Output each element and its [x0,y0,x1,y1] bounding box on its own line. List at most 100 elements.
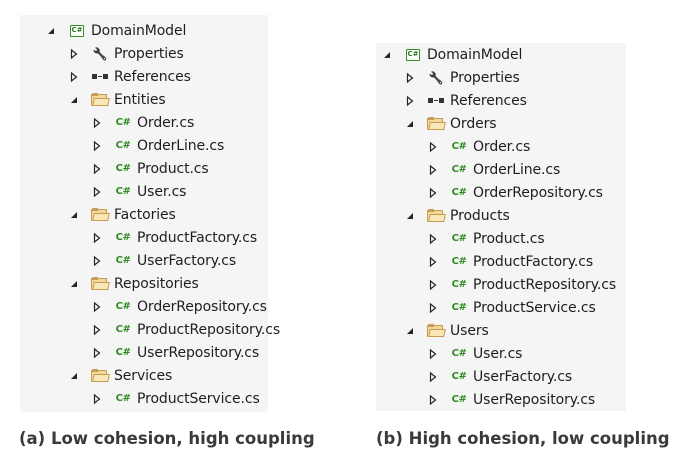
expand-arrow-icon[interactable] [69,272,79,295]
collapse-arrow-icon[interactable] [428,227,438,250]
tree-item-productrepository[interactable]: C# ProductRepository.cs [20,318,280,341]
collapse-arrow-icon[interactable] [428,135,438,158]
expand-arrow-icon[interactable] [405,319,415,342]
tree-item-users[interactable]: Users [376,319,626,342]
collapse-arrow-icon[interactable] [92,318,102,341]
collapse-arrow-icon[interactable] [92,226,102,249]
expand-arrow-icon[interactable] [69,88,79,111]
collapse-arrow-icon[interactable] [428,342,438,365]
tree-item-productservice[interactable]: C# ProductService.cs [20,387,268,410]
collapse-arrow-icon[interactable] [405,89,415,112]
tree-item-domainmodel[interactable]: C# DomainModel [376,43,626,66]
tree-item-orderline[interactable]: C# OrderLine.cs [376,158,626,181]
csharp-file-icon: C# [451,233,467,244]
collapse-arrow-icon[interactable] [92,180,102,203]
tree-item-services[interactable]: Services [20,364,268,387]
tree-item-user[interactable]: C# User.cs [20,180,268,203]
csharp-file-icon: C# [451,302,467,313]
csharp-file-icon: C# [451,279,467,290]
collapse-arrow-icon[interactable] [428,158,438,181]
collapse-arrow-icon[interactable] [405,66,415,89]
tree-item-label: Properties [450,69,520,86]
collapse-arrow-icon[interactable] [92,111,102,134]
csharp-file-icon: C# [115,163,131,174]
collapse-arrow-icon[interactable] [428,365,438,388]
tree-item-label: Product.cs [137,160,209,177]
tree-item-label: ProductService.cs [473,299,596,316]
folder-icon [91,272,110,295]
csharp-file-icon: C# [451,187,467,198]
tree-item-userfactory[interactable]: C# UserFactory.cs [20,249,268,272]
tree-item-user[interactable]: C# User.cs [376,342,626,365]
tree-item-references[interactable]: References [20,65,268,88]
folder-icon [427,319,446,342]
tree-item-label: Product.cs [473,230,545,247]
expand-arrow-icon[interactable] [69,203,79,226]
csharp-file-icon: C# [115,347,131,358]
collapse-arrow-icon[interactable] [92,341,102,364]
tree-item-factories[interactable]: Factories [20,203,268,226]
tree-item-label: OrderRepository.cs [137,298,267,315]
expand-arrow-icon[interactable] [46,19,56,42]
tree-item-label: ProductRepository.cs [137,321,281,338]
collapse-arrow-icon[interactable] [92,295,102,318]
tree-item-label: DomainModel [91,22,187,39]
tree-item-entities[interactable]: Entities [20,88,268,111]
tree-item-orderrepository[interactable]: C# OrderRepository.cs [376,181,626,204]
tree-item-productrepository[interactable]: C# ProductRepository.cs [376,273,626,296]
tree-item-references[interactable]: References [376,89,626,112]
tree-item-productfactory[interactable]: C# ProductFactory.cs [20,226,268,249]
tree-item-domainmodel[interactable]: C# DomainModel [20,19,268,42]
collapse-arrow-icon[interactable] [428,296,438,319]
csharp-file-icon: C# [115,324,131,335]
tree-item-label: ProductService.cs [137,390,260,407]
expand-arrow-icon[interactable] [69,364,79,387]
caption-a: (a) Low cohesion, high coupling [19,429,315,448]
folder-icon [91,364,110,387]
tree-item-label: ProductFactory.cs [137,229,258,246]
wrench-icon: 🔧 [428,70,444,85]
tree-item-productfactory[interactable]: C# ProductFactory.cs [376,250,626,273]
tree-item-repositories[interactable]: Repositories [20,272,268,295]
tree-item-orderrepository[interactable]: C# OrderRepository.cs [20,295,268,318]
references-icon [91,65,109,88]
tree-item-properties[interactable]: 🔧 Properties [376,66,626,89]
tree-item-label: Users [450,322,489,339]
collapse-arrow-icon[interactable] [92,387,102,410]
expand-arrow-icon[interactable] [382,43,392,66]
tree-item-productservice[interactable]: C# ProductService.cs [376,296,626,319]
tree-item-order[interactable]: C# Order.cs [376,135,626,158]
tree-item-orderline[interactable]: C# OrderLine.cs [20,134,268,157]
tree-item-products[interactable]: Products [376,204,626,227]
tree-item-properties[interactable]: 🔧 Properties [20,42,268,65]
collapse-arrow-icon[interactable] [428,388,438,411]
collapse-arrow-icon[interactable] [428,273,438,296]
collapse-arrow-icon[interactable] [92,157,102,180]
csharp-file-icon: C# [115,255,131,266]
caption-b: (b) High cohesion, low coupling [376,429,670,448]
expand-arrow-icon[interactable] [405,204,415,227]
tree-item-product[interactable]: C# Product.cs [376,227,626,250]
tree-item-userrepository[interactable]: C# UserRepository.cs [20,341,268,364]
csharp-project-icon: C# [68,19,86,42]
tree-item-order[interactable]: C# Order.cs [20,111,268,134]
tree-item-orders[interactable]: Orders [376,112,626,135]
tree-item-product[interactable]: C# Product.cs [20,157,268,180]
solution-explorer-panel-a: C# DomainModel 🔧 Properties References Entiti… [20,15,280,412]
tree-item-userrepository[interactable]: C# UserRepository.cs [376,388,626,411]
csharp-file-icon: C# [451,394,467,405]
collapse-arrow-icon[interactable] [428,250,438,273]
tree-item-label: User.cs [473,345,523,362]
tree-item-label: OrderRepository.cs [473,184,603,201]
tree-item-label: Orders [450,115,497,132]
collapse-arrow-icon[interactable] [69,42,79,65]
tree-item-label: User.cs [137,183,187,200]
tree-item-userfactory[interactable]: C# UserFactory.cs [376,365,626,388]
collapse-arrow-icon[interactable] [428,181,438,204]
collapse-arrow-icon[interactable] [69,65,79,88]
collapse-arrow-icon[interactable] [92,249,102,272]
expand-arrow-icon[interactable] [405,112,415,135]
tree-item-label: UserRepository.cs [473,391,596,408]
tree-item-label: ProductFactory.cs [473,253,594,270]
collapse-arrow-icon[interactable] [92,134,102,157]
